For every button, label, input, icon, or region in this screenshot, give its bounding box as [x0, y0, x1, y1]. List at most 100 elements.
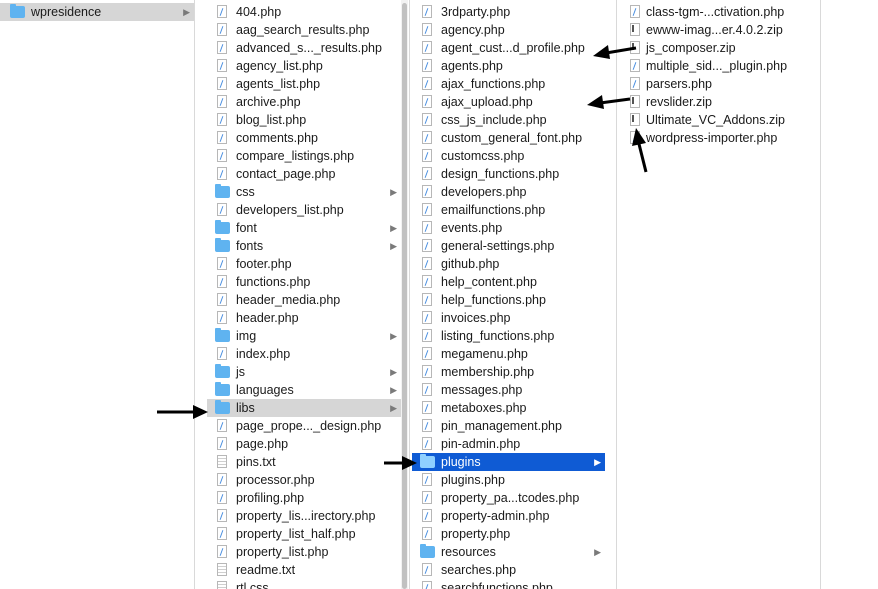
- list-item[interactable]: custom_general_font.php: [412, 129, 605, 147]
- php-file-icon: [422, 293, 432, 306]
- list-item[interactable]: js ▶: [207, 363, 401, 381]
- column-1: wpresidence ▶: [0, 0, 194, 589]
- list-item[interactable]: css_js_include.php: [412, 111, 605, 129]
- list-item[interactable]: advanced_s..._results.php: [207, 39, 401, 57]
- list-item[interactable]: languages ▶: [207, 381, 401, 399]
- folder-icon: [215, 184, 230, 198]
- list-item[interactable]: agents_list.php: [207, 75, 401, 93]
- column-separator[interactable]: [820, 0, 821, 589]
- list-item[interactable]: css ▶: [207, 183, 401, 201]
- list-item[interactable]: contact_page.php: [207, 165, 401, 183]
- list-item[interactable]: emailfunctions.php: [412, 201, 605, 219]
- list-item[interactable]: blog_list.php: [207, 111, 401, 129]
- list-item[interactable]: property_list.php: [207, 543, 401, 561]
- list-item[interactable]: class-tgm-...ctivation.php: [622, 3, 819, 21]
- list-item[interactable]: customcss.php: [412, 147, 605, 165]
- chevron-right-icon: ▶: [390, 331, 397, 341]
- list-item[interactable]: 404.php: [207, 3, 401, 21]
- list-item[interactable]: functions.php: [207, 273, 401, 291]
- list-item[interactable]: readme.txt: [207, 561, 401, 579]
- folder-icon: [215, 364, 230, 378]
- list-item[interactable]: libs ▶: [207, 399, 401, 417]
- chevron-right-icon: ▶: [183, 7, 190, 17]
- list-item[interactable]: events.php: [412, 219, 605, 237]
- php-file-icon: [217, 131, 227, 144]
- list-item[interactable]: design_functions.php: [412, 165, 605, 183]
- chevron-right-icon: ▶: [390, 385, 397, 395]
- list-item[interactable]: property.php: [412, 525, 605, 543]
- arrow-icon: [587, 95, 631, 109]
- list-item[interactable]: font ▶: [207, 219, 401, 237]
- list-item[interactable]: parsers.php: [622, 75, 819, 93]
- list-item[interactable]: agency.php: [412, 21, 605, 39]
- php-file-icon: [422, 131, 432, 144]
- list-item[interactable]: invoices.php: [412, 309, 605, 327]
- php-file-icon: [217, 491, 227, 504]
- list-item[interactable]: help_functions.php: [412, 291, 605, 309]
- column-separator[interactable]: [409, 0, 410, 589]
- list-item[interactable]: general-settings.php: [412, 237, 605, 255]
- list-item[interactable]: aag_search_results.php: [207, 21, 401, 39]
- php-file-icon: [217, 257, 227, 270]
- list-item[interactable]: pins.txt: [207, 453, 401, 471]
- list-item[interactable]: js_composer.zip: [622, 39, 819, 57]
- item-name: events.php: [441, 221, 503, 235]
- folder-icon: [215, 328, 230, 342]
- list-item[interactable]: pin-admin.php: [412, 435, 605, 453]
- list-item[interactable]: header_media.php: [207, 291, 401, 309]
- list-item[interactable]: processor.php: [207, 471, 401, 489]
- list-item[interactable]: messages.php: [412, 381, 605, 399]
- list-item[interactable]: membership.php: [412, 363, 605, 381]
- item-name: developers.php: [441, 185, 527, 199]
- column-2-scrollbar[interactable]: [401, 0, 408, 589]
- list-item-wpresidence[interactable]: wpresidence ▶: [0, 3, 194, 21]
- list-item[interactable]: property-admin.php: [412, 507, 605, 525]
- list-item[interactable]: plugins.php: [412, 471, 605, 489]
- list-item[interactable]: megamenu.php: [412, 345, 605, 363]
- column-separator[interactable]: [194, 0, 195, 589]
- list-item[interactable]: multiple_sid..._plugin.php: [622, 57, 819, 75]
- list-item[interactable]: resources ▶: [412, 543, 605, 561]
- list-item[interactable]: pin_management.php: [412, 417, 605, 435]
- list-item[interactable]: page.php: [207, 435, 401, 453]
- list-item[interactable]: ewww-imag...er.4.0.2.zip: [622, 21, 819, 39]
- list-item[interactable]: fonts ▶: [207, 237, 401, 255]
- php-file-icon: [422, 347, 432, 360]
- list-item[interactable]: rtl.css: [207, 579, 401, 589]
- list-item[interactable]: property_list_half.php: [207, 525, 401, 543]
- list-item[interactable]: ajax_upload.php: [412, 93, 605, 111]
- list-item[interactable]: page_prope..._design.php: [207, 417, 401, 435]
- list-item[interactable]: profiling.php: [207, 489, 401, 507]
- scroll-thumb[interactable]: [402, 3, 407, 589]
- list-item[interactable]: listing_functions.php: [412, 327, 605, 345]
- list-item[interactable]: index.php: [207, 345, 401, 363]
- list-item[interactable]: github.php: [412, 255, 605, 273]
- list-item[interactable]: property_pa...tcodes.php: [412, 489, 605, 507]
- list-item[interactable]: property_lis...irectory.php: [207, 507, 401, 525]
- column-separator[interactable]: [616, 0, 617, 589]
- list-item[interactable]: revslider.zip: [622, 93, 819, 111]
- chevron-right-icon: ▶: [390, 403, 397, 413]
- list-item[interactable]: 3rdparty.php: [412, 3, 605, 21]
- list-item[interactable]: header.php: [207, 309, 401, 327]
- list-item[interactable]: developers.php: [412, 183, 605, 201]
- list-item[interactable]: developers_list.php: [207, 201, 401, 219]
- item-name: wordpress-importer.php: [646, 131, 778, 145]
- list-item[interactable]: plugins ▶: [412, 453, 605, 471]
- list-item[interactable]: comments.php: [207, 129, 401, 147]
- list-item[interactable]: footer.php: [207, 255, 401, 273]
- list-item[interactable]: searchfunctions.php: [412, 579, 605, 589]
- list-item[interactable]: archive.php: [207, 93, 401, 111]
- list-item[interactable]: img ▶: [207, 327, 401, 345]
- list-item[interactable]: help_content.php: [412, 273, 605, 291]
- php-file-icon: [217, 311, 227, 324]
- php-file-icon: [422, 167, 432, 180]
- list-item[interactable]: searches.php: [412, 561, 605, 579]
- list-item[interactable]: agents.php: [412, 57, 605, 75]
- list-item[interactable]: compare_listings.php: [207, 147, 401, 165]
- list-item[interactable]: agent_cust...d_profile.php: [412, 39, 605, 57]
- list-item[interactable]: metaboxes.php: [412, 399, 605, 417]
- item-name: pin-admin.php: [441, 437, 521, 451]
- list-item[interactable]: agency_list.php: [207, 57, 401, 75]
- list-item[interactable]: ajax_functions.php: [412, 75, 605, 93]
